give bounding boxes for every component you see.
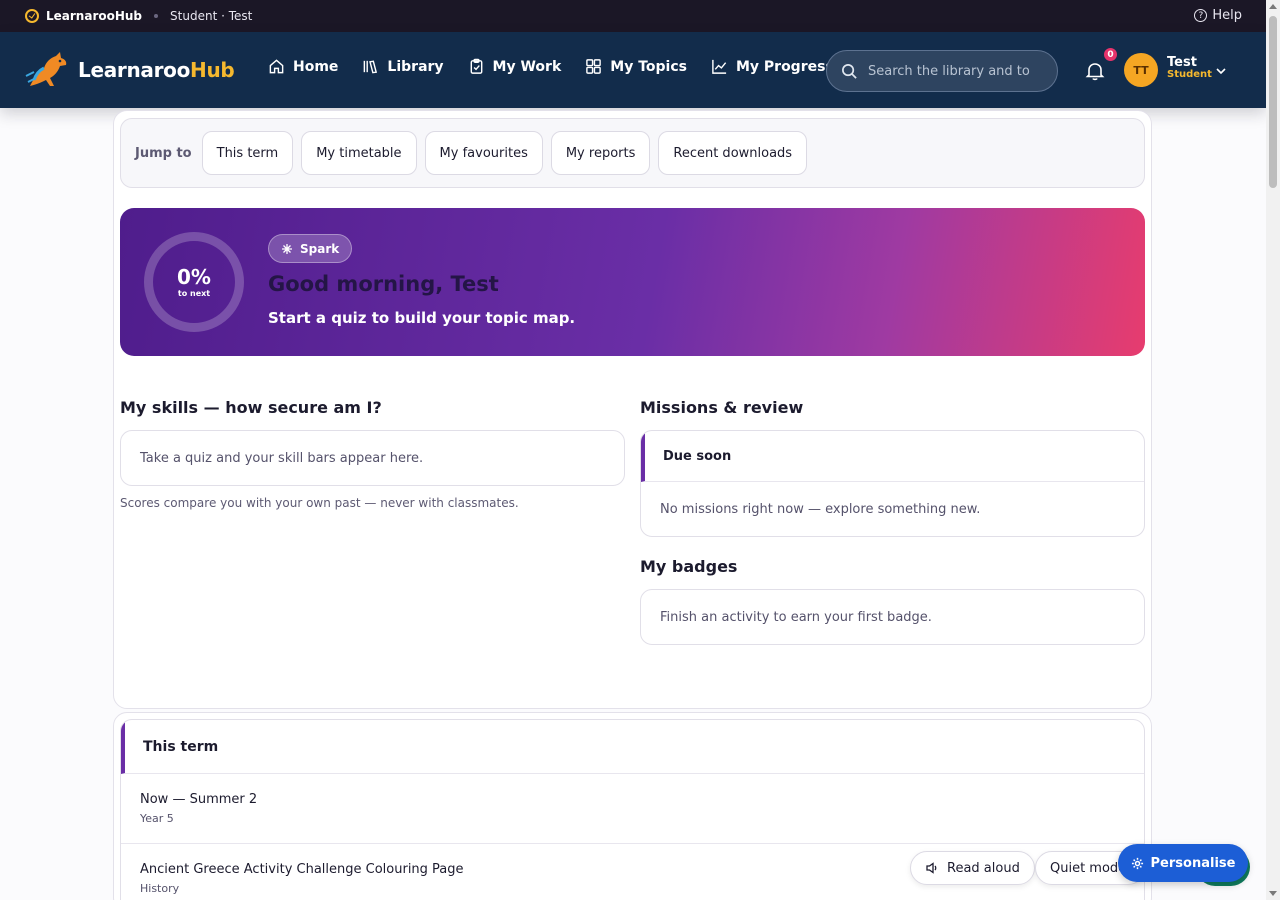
- due-soon-heading: Due soon: [641, 431, 1144, 482]
- chart-icon: [712, 59, 727, 74]
- missions-title: Missions & review: [640, 398, 804, 417]
- personalise-button[interactable]: Personalise: [1118, 844, 1248, 882]
- search-input[interactable]: [868, 63, 1033, 79]
- home-icon: [269, 59, 284, 74]
- missions-empty-text: No missions right now — explore somethin…: [660, 502, 981, 517]
- skills-title: My skills — how secure am I?: [120, 398, 382, 417]
- bell-icon[interactable]: [1084, 60, 1106, 82]
- help-link[interactable]: ? Help: [1194, 8, 1242, 23]
- scroll-down-arrow-icon[interactable]: [1269, 891, 1277, 896]
- read-aloud-label: Read aloud: [947, 860, 1020, 876]
- badges-title: My badges: [640, 557, 738, 576]
- user-context: Student · Test: [170, 9, 253, 23]
- progress-ring: 0% to next: [144, 232, 244, 332]
- personalise-label: Personalise: [1150, 855, 1236, 871]
- library-icon: [364, 60, 378, 74]
- nav-library-label: Library: [387, 58, 444, 75]
- nav-home[interactable]: Home: [268, 58, 338, 75]
- nav-my-topics[interactable]: My Topics: [585, 58, 687, 75]
- list-item[interactable]: Now — Summer 2 Year 5: [121, 774, 1144, 844]
- nav-my-progress-label: My Progress: [735, 58, 834, 75]
- user-name: Test: [1167, 55, 1197, 70]
- quiet-mode-label: Quiet mode: [1050, 860, 1127, 876]
- jump-to-label: Jump to: [135, 145, 192, 161]
- speaker-icon: [926, 862, 937, 874]
- jump-favourites-button[interactable]: My favourites: [424, 131, 543, 175]
- search-box[interactable]: [826, 50, 1058, 92]
- main-navbar: LearnarooHub Home Library My Work My Top…: [0, 32, 1266, 108]
- term-row-title: Now — Summer 2: [140, 792, 258, 807]
- welcome-hero: 0% to next Spark Good morning, Test Star…: [120, 208, 1145, 356]
- skills-empty-box: Take a quiz and your skill bars appear h…: [120, 430, 625, 486]
- term-heading: This term: [121, 720, 1144, 774]
- separator-dot: [154, 14, 159, 18]
- badges-empty-text: Finish an activity to earn your first ba…: [660, 609, 932, 625]
- avatar[interactable]: TT: [1124, 53, 1158, 87]
- top-brand[interactable]: LearnarooHub: [25, 9, 142, 23]
- clipboard-icon: [470, 58, 482, 74]
- top-strip: LearnarooHub Student · Test ? Help: [0, 0, 1266, 32]
- jump-downloads-button[interactable]: Recent downloads: [658, 131, 808, 175]
- sparkle-icon: [282, 243, 292, 254]
- jump-timetable-button[interactable]: My timetable: [301, 131, 417, 175]
- nav-my-progress[interactable]: My Progress: [711, 58, 834, 75]
- scroll-thumb[interactable]: [1269, 16, 1277, 188]
- nav-my-topics-label: My Topics: [610, 58, 687, 75]
- nav-home-label: Home: [293, 58, 339, 75]
- nav-library[interactable]: Library: [362, 58, 444, 75]
- skills-note: Scores compare you with your own past — …: [120, 496, 519, 510]
- greeting: Good morning, Test: [268, 272, 499, 296]
- search-icon: [842, 63, 857, 79]
- kangaroo-logo-icon: [25, 52, 67, 86]
- scroll-up-arrow-icon[interactable]: [1269, 4, 1277, 9]
- term-row-sub: Year 5: [140, 812, 174, 825]
- help-label: Help: [1212, 8, 1242, 23]
- user-menu[interactable]: Test Student: [1167, 56, 1212, 80]
- nav-my-work-label: My Work: [492, 58, 562, 75]
- badges-empty-box: Finish an activity to earn your first ba…: [640, 589, 1145, 645]
- spark-label: Spark: [300, 241, 340, 256]
- jump-reports-button[interactable]: My reports: [550, 131, 651, 175]
- spark-badge: Spark: [268, 234, 353, 263]
- hero-subtitle: Start a quiz to build your topic map.: [268, 309, 576, 327]
- progress-sub: to next: [177, 288, 211, 298]
- nav-links: Home Library My Work My Topics My Progre…: [268, 58, 858, 75]
- nav-my-work[interactable]: My Work: [468, 58, 562, 75]
- chevron-down-icon[interactable]: [1215, 65, 1227, 77]
- brand-logo[interactable]: LearnarooHub: [24, 50, 235, 90]
- skills-empty-text: Take a quiz and your skill bars appear h…: [140, 450, 424, 466]
- grid-icon: [586, 59, 602, 74]
- check-circle-icon: [25, 9, 39, 23]
- top-brand-label: LearnarooHub: [46, 9, 143, 23]
- brand-name: LearnarooHub: [78, 58, 235, 82]
- notification-count-badge: 0: [1102, 46, 1119, 63]
- progress-percent: 0%: [177, 264, 211, 289]
- help-icon: ?: [1194, 9, 1208, 22]
- due-soon-card: Due soon No missions right now — explore…: [640, 430, 1145, 537]
- read-aloud-button[interactable]: Read aloud: [910, 851, 1035, 885]
- jump-this-term-button[interactable]: This term: [201, 131, 294, 175]
- gear-icon: [1131, 857, 1143, 869]
- scrollbar[interactable]: [1266, 0, 1280, 900]
- jump-to-bar: Jump to This term My timetable My favour…: [120, 118, 1145, 188]
- user-role: Student: [1167, 68, 1212, 80]
